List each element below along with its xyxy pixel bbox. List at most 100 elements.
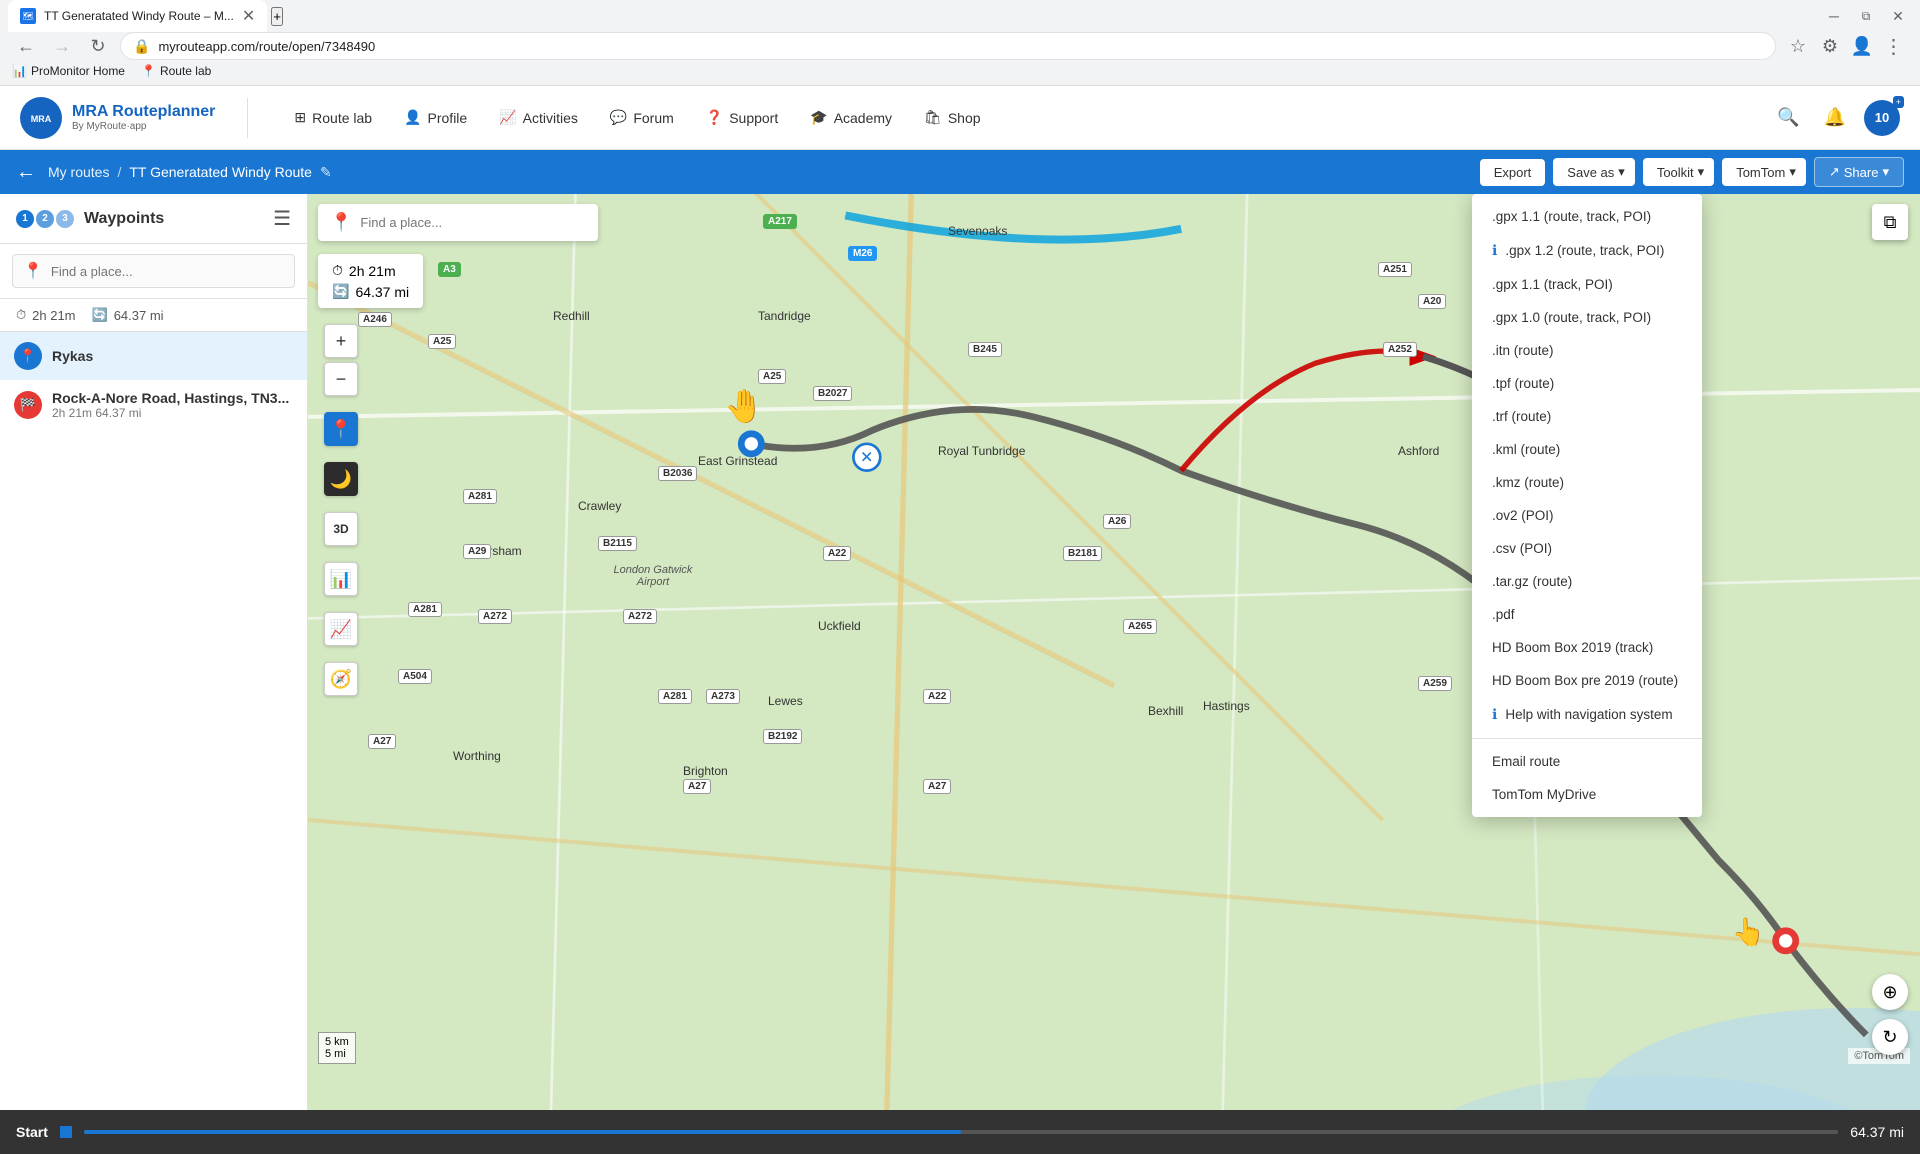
map-dark-button[interactable]: 🌙	[324, 462, 358, 496]
extensions-button[interactable]: ⚙	[1816, 32, 1844, 60]
export-button[interactable]: Export	[1480, 159, 1546, 186]
bookmark-promonitor[interactable]: 📊 ProMonitor Home	[12, 64, 125, 78]
dropdown-gpx12-route-track-poi[interactable]: ℹ .gpx 1.2 (route, track, POI)	[1472, 233, 1702, 268]
dropdown-hd-boom-box-pre2019[interactable]: HD Boom Box pre 2019 (route)	[1472, 664, 1702, 697]
bookmark-routelab[interactable]: 📍 Route lab	[141, 64, 211, 78]
scale-bar: 5 km 5 mi	[318, 1032, 356, 1064]
nav-academy[interactable]: 🎓 Academy	[796, 101, 906, 134]
total-distance-label: 64.37 mi	[1850, 1124, 1904, 1140]
waypoint-num-3: 3	[56, 210, 74, 228]
header-right: 🔍 🔔 10 +	[1771, 100, 1900, 136]
scale-mi: 5 mi	[325, 1048, 349, 1060]
dropdown-ov2-poi[interactable]: .ov2 (POI)	[1472, 499, 1702, 532]
star-button[interactable]: ☆	[1784, 32, 1812, 60]
dropdown-gpx11-route-track-poi[interactable]: .gpx 1.1 (route, track, POI)	[1472, 200, 1702, 233]
breadcrumb-current-page: TT Generatated Windy Route	[129, 164, 312, 180]
info-icon-help: ℹ	[1492, 706, 1497, 723]
layers-button[interactable]: ⧉	[1872, 204, 1908, 240]
dropdown-tpf-route[interactable]: .tpf (route)	[1472, 367, 1702, 400]
dropdown-item-label: .gpx 1.2 (route, track, POI)	[1505, 243, 1664, 258]
dropdown-email-route[interactable]: Email route	[1472, 745, 1702, 778]
map-gps-button[interactable]: ⊕	[1872, 974, 1908, 1010]
progress-start-dot	[60, 1126, 72, 1138]
nav-activities[interactable]: 📈 Activities	[485, 101, 592, 134]
nav-profile[interactable]: 👤 Profile	[390, 101, 481, 134]
back-navigation-button[interactable]: ←	[16, 161, 36, 184]
route-edit-icon[interactable]: ✎	[320, 164, 332, 181]
app-header: MRA MRA Routeplanner By MyRoute·app ⊞ Ro…	[0, 86, 1920, 150]
main-content: 1 2 3 Waypoints ☰ 📍 ⏱ 2h 21m 🔄 64.37 mi	[0, 194, 1920, 1110]
zoom-in-button[interactable]: +	[324, 324, 358, 358]
map-distance-value: 64.37 mi	[355, 284, 409, 300]
browser-chrome: 🗺 TT Generatated Windy Route – M... ✕ + …	[0, 0, 1920, 56]
distance-icon: 🔄	[92, 307, 108, 323]
nav-forum[interactable]: 💬 Forum	[596, 101, 688, 134]
waypoint-icon-start: 📍	[14, 342, 42, 370]
share-button[interactable]: ↗ Share ▾	[1814, 157, 1904, 187]
dropdown-help-navigation[interactable]: ℹ Help with navigation system	[1472, 697, 1702, 732]
location-button[interactable]: 📍	[324, 412, 358, 446]
nav-shop[interactable]: 🛍 Shop	[910, 101, 994, 134]
dropdown-kml-route[interactable]: .kml (route)	[1472, 433, 1702, 466]
address-text: myrouteapp.com/route/open/7348490	[158, 39, 375, 54]
browser-tab-active[interactable]: 🗺 TT Generatated Windy Route – M... ✕	[8, 0, 267, 32]
dropdown-item-label: Help with navigation system	[1505, 707, 1672, 722]
dropdown-item-label: .kmz (route)	[1492, 475, 1564, 490]
reload-button[interactable]: ↻	[84, 32, 112, 60]
map-search-input[interactable]	[360, 215, 586, 230]
bookmark-icon-2: 📍	[141, 64, 156, 78]
compass-button[interactable]: 🧭	[324, 662, 358, 696]
dropdown-csv-poi[interactable]: .csv (POI)	[1472, 532, 1702, 565]
dropdown-gpx10-route-track-poi[interactable]: .gpx 1.0 (route, track, POI)	[1472, 301, 1702, 334]
toolkit-button[interactable]: Toolkit ▾	[1643, 158, 1714, 186]
svg-text:MRA: MRA	[31, 114, 52, 124]
dropdown-tomtom-mydrive[interactable]: TomTom MyDrive	[1472, 778, 1702, 811]
window-maximize-button[interactable]: ⧉	[1852, 2, 1880, 30]
3d-button[interactable]: 3D	[324, 512, 358, 546]
dropdown-trf-route[interactable]: .trf (route)	[1472, 400, 1702, 433]
avatar-text: 10	[1875, 110, 1889, 125]
progress-fill	[84, 1130, 961, 1134]
activities-icon: 📈	[499, 109, 516, 126]
map-refresh-button[interactable]: ↻	[1872, 1019, 1908, 1055]
nav-support[interactable]: ❓ Support	[692, 101, 792, 134]
dropdown-item-label: .pdf	[1492, 607, 1515, 622]
share-dropdown-icon: ▾	[1882, 164, 1889, 180]
dropdown-pdf[interactable]: .pdf	[1472, 598, 1702, 631]
breadcrumb-separator: /	[117, 164, 121, 180]
analytics-button[interactable]: 📈	[324, 612, 358, 646]
back-button[interactable]: ←	[12, 32, 40, 60]
dropdown-hd-boom-box-2019[interactable]: HD Boom Box 2019 (track)	[1472, 631, 1702, 664]
dropdown-kmz-route[interactable]: .kmz (route)	[1472, 466, 1702, 499]
svg-text:👆: 👆	[1732, 916, 1765, 947]
sidebar-search-area: 📍	[0, 244, 307, 299]
sub-header: ← My routes / TT Generatated Windy Route…	[0, 150, 1920, 194]
save-as-button[interactable]: Save as ▾	[1553, 158, 1635, 186]
dropdown-itn-route[interactable]: .itn (route)	[1472, 334, 1702, 367]
address-bar[interactable]: 🔒 myrouteapp.com/route/open/7348490	[120, 32, 1776, 60]
save-as-dropdown-icon: ▾	[1618, 164, 1625, 180]
window-minimize-button[interactable]: ─	[1820, 2, 1848, 30]
map-area[interactable]: ✕ 🤚 👆 Redhill Tandridge Sevenoaks East G…	[308, 194, 1920, 1110]
notification-button[interactable]: 🔔	[1818, 101, 1852, 134]
profile-button[interactable]: 👤	[1848, 32, 1876, 60]
zoom-out-button[interactable]: −	[324, 362, 358, 396]
new-tab-button[interactable]: +	[271, 7, 283, 26]
forward-button[interactable]: →	[48, 32, 76, 60]
window-close-button[interactable]: ✕	[1884, 2, 1912, 30]
dropdown-gpx11-track-poi[interactable]: .gpx 1.1 (track, POI)	[1472, 268, 1702, 301]
elevation-button[interactable]: 📊	[324, 562, 358, 596]
browser-controls: ← → ↻ 🔒 myrouteapp.com/route/open/734849…	[0, 32, 1920, 60]
map-search-box[interactable]: 📍	[318, 204, 598, 241]
breadcrumb-home-link[interactable]: My routes	[48, 164, 109, 180]
sidebar-menu-button[interactable]: ☰	[273, 206, 291, 231]
search-button[interactable]: 🔍	[1771, 101, 1805, 134]
dropdown-targz-route[interactable]: .tar.gz (route)	[1472, 565, 1702, 598]
waypoint-item-end[interactable]: 🏁 Rock-A-Nore Road, Hastings, TN3... 2h …	[0, 380, 307, 430]
sidebar-search-input[interactable]	[51, 264, 284, 279]
nav-route-lab[interactable]: ⊞ Route lab	[280, 101, 386, 134]
tab-close-button[interactable]: ✕	[242, 6, 255, 26]
tomtom-button[interactable]: TomTom ▾	[1722, 158, 1806, 186]
more-button[interactable]: ⋮	[1880, 32, 1908, 60]
waypoint-item-start[interactable]: 📍 Rykas	[0, 332, 307, 380]
